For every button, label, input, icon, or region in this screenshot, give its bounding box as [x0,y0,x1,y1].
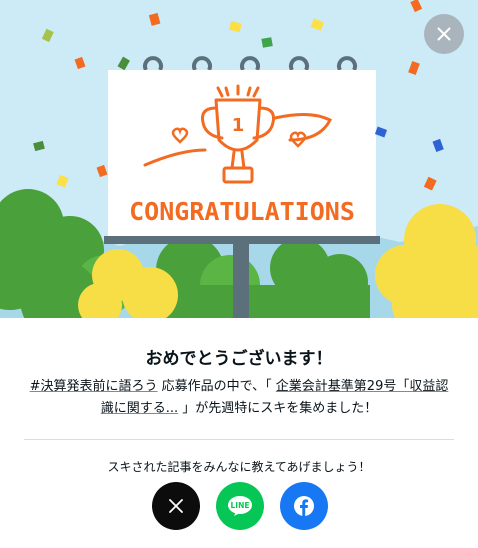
share-prompt: スキされた記事をみんなに教えてあげましょう！ [107,460,371,474]
trophy-rank: 1 [232,115,245,136]
share-x-button[interactable] [152,482,200,530]
message-text-2: 」が先週特にスキを集めました！ [178,401,378,416]
divider [24,439,454,440]
line-logo-text: LINE [231,501,250,510]
billboard-pole [233,240,249,318]
share-line-button[interactable]: LINE [216,482,264,530]
share-buttons: LINE [0,482,478,530]
facebook-logo-icon [294,496,314,516]
x-logo-icon [169,499,183,513]
billboard-text: CONGRATULATIONS [129,197,355,226]
line-logo-icon: LINE [228,496,252,516]
billboard-base [104,236,380,244]
share-facebook-button[interactable] [280,482,328,530]
congratulations-illustration: CONGRATULATIONS 1 [0,0,478,318]
hashtag-link[interactable]: #決算発表前に語ろう [30,379,158,394]
close-button[interactable] [424,14,464,54]
close-icon [437,27,451,41]
congratulations-dialog: CONGRATULATIONS 1 おめでとうございます！ #決算発表前に語ろう… [0,0,478,548]
dialog-message: #決算発表前に語ろう 応募作品の中で、「 企業会計基準第29号「収益認識に関する… [28,376,450,420]
message-text-1: 応募作品の中で、「 [157,379,276,394]
dialog-title: おめでとうございます！ [145,349,333,369]
